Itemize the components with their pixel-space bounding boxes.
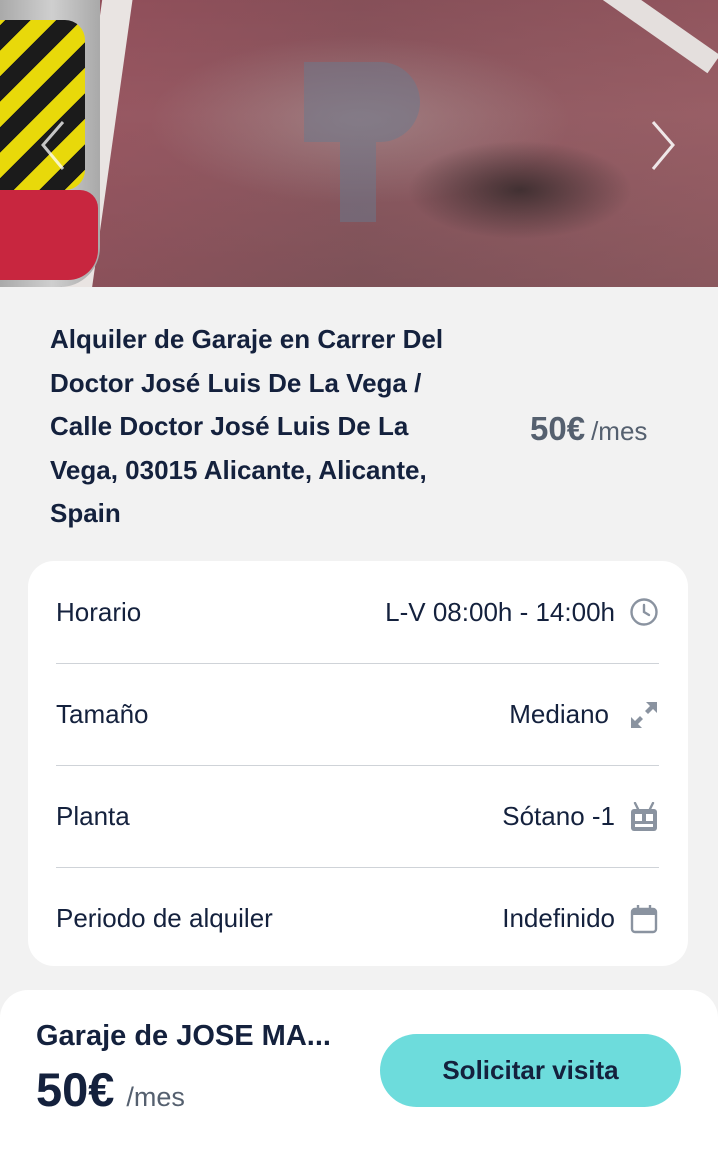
detail-label: Tamaño xyxy=(56,699,149,729)
detail-value: Sótano -1 xyxy=(502,801,615,831)
photo-gallery[interactable] xyxy=(0,0,718,287)
detail-value: L-V 08:00h - 14:00h xyxy=(385,596,615,627)
detail-row-horario: Horario L-V 08:00h - 14:00h xyxy=(56,561,659,663)
booking-bar: Garaje de JOSE MA... 50€ /mes Solicitar v… xyxy=(0,990,718,1150)
calendar-icon xyxy=(630,904,658,933)
detail-label: Periodo de alquiler xyxy=(56,903,273,933)
garage-owner-name: Garaje de JOSE MA... xyxy=(36,1020,331,1052)
chevron-left-icon[interactable] xyxy=(38,118,68,173)
listing-price: 50€/mes xyxy=(530,410,647,448)
details-card: Horario L-V 08:00h - 14:00h Tamaño Media… xyxy=(28,561,688,966)
floor-icon xyxy=(631,801,657,831)
detail-row-periodo: Periodo de alquiler Indefinido xyxy=(56,867,659,969)
price-amount: 50€ xyxy=(36,1063,115,1116)
chevron-right-icon[interactable] xyxy=(648,118,678,173)
request-visit-button[interactable]: Solicitar visita xyxy=(380,1034,681,1107)
price-amount: 50€ xyxy=(530,410,586,447)
detail-row-tamano: Tamaño Mediano xyxy=(56,663,659,765)
detail-row-planta: Planta Sótano -1 xyxy=(56,765,659,867)
detail-value: Mediano xyxy=(509,699,609,729)
clock-icon xyxy=(630,598,658,626)
price-unit: /mes xyxy=(126,1082,185,1112)
footer-price: 50€ /mes xyxy=(36,1062,185,1117)
price-unit: /mes xyxy=(591,416,648,446)
detail-label: Horario xyxy=(56,596,142,627)
listing-title: Alquiler de Garaje en Carrer Del Doctor … xyxy=(50,324,444,528)
brand-watermark-icon xyxy=(304,62,420,222)
detail-label: Planta xyxy=(56,801,130,831)
expand-icon xyxy=(631,701,657,728)
detail-value: Indefinido xyxy=(502,903,615,933)
